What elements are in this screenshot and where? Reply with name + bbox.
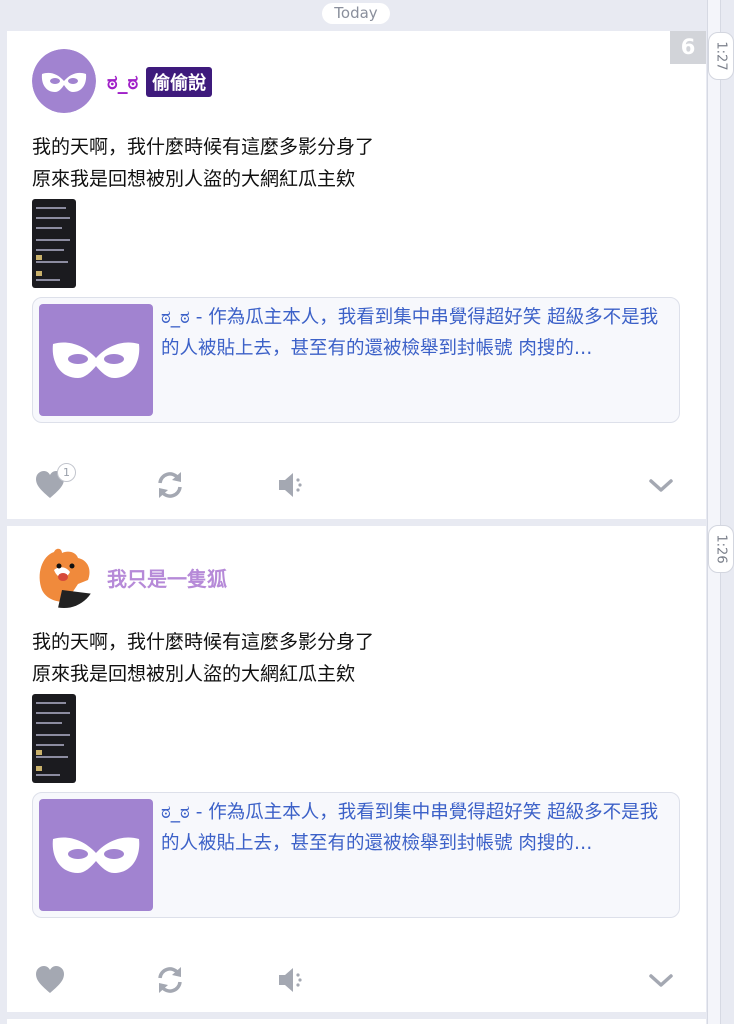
author-name[interactable]: 我只是一隻狐	[107, 563, 227, 592]
mask-icon	[52, 837, 140, 873]
avatar[interactable]	[32, 49, 96, 113]
more-options-button[interactable]	[647, 964, 675, 996]
mask-icon	[32, 49, 96, 113]
link-thumbnail	[39, 304, 153, 416]
avatar[interactable]	[32, 544, 96, 608]
more-options-button[interactable]	[647, 469, 675, 501]
author-name[interactable]: ಠ_ಠ	[107, 70, 138, 94]
chevron-down-icon	[649, 479, 673, 492]
post-line: 原來我是回想被別人盜的大網紅瓜主欸	[32, 663, 356, 685]
timeline-scrollbar[interactable]	[707, 0, 721, 1024]
link-preview-card[interactable]: ಠ_ಠ - 作為瓜主本人，我看到集中串覺得超好笑 超級多不是我的人被貼上去，甚至…	[32, 297, 680, 423]
repost-button[interactable]	[154, 469, 186, 501]
post-line: 原來我是回想被別人盜的大網紅瓜主欸	[32, 168, 356, 190]
author-row: ಠ_ಠ 偷偷說	[107, 67, 213, 97]
mute-button[interactable]	[275, 964, 307, 996]
unread-count-badge: 6	[670, 31, 706, 64]
mute-icon	[279, 968, 302, 992]
link-preview-text[interactable]: ಠ_ಠ - 作為瓜主本人，我看到集中串覺得超好笑 超級多不是我的人被貼上去，甚至…	[161, 302, 669, 364]
post-line: 我的天啊，我什麼時候有這麼多影分身了	[32, 631, 375, 653]
screenshot-thumbnail[interactable]	[32, 694, 76, 783]
post-body: 我的天啊，我什麼時候有這麼多影分身了 原來我是回想被別人盜的大網紅瓜主欸	[32, 131, 672, 195]
repost-icon	[158, 472, 182, 498]
link-thumbnail	[39, 799, 153, 911]
like-button[interactable]	[33, 964, 67, 996]
mask-icon	[52, 342, 140, 378]
heart-icon	[36, 966, 64, 993]
post-card[interactable]: 6 ಠ_ಠ 偷偷說 我的天啊，我什麼時候有這麼多影分身了 原來我是回想被別人盜的…	[7, 31, 706, 519]
next-post-card	[7, 1019, 706, 1024]
like-button[interactable]: 1	[33, 463, 76, 501]
post-body: 我的天啊，我什麼時候有這麼多影分身了 原來我是回想被別人盜的大網紅瓜主欸	[32, 626, 672, 690]
like-count: 1	[57, 463, 76, 482]
link-preview-card[interactable]: ಠ_ಠ - 作為瓜主本人，我看到集中串覺得超好笑 超級多不是我的人被貼上去，甚至…	[32, 792, 680, 918]
author-row: 我只是一隻狐	[107, 562, 227, 592]
timestamp-label: 1:27	[708, 32, 734, 80]
date-divider: Today	[322, 3, 390, 24]
mute-button[interactable]	[275, 469, 307, 501]
chevron-down-icon	[649, 974, 673, 987]
screenshot-thumbnail[interactable]	[32, 199, 76, 288]
anonymous-badge: 偷偷說	[146, 67, 213, 97]
link-preview-text[interactable]: ಠ_ಠ - 作為瓜主本人，我看到集中串覺得超好笑 超級多不是我的人被貼上去，甚至…	[161, 797, 669, 859]
post-card[interactable]: 我只是一隻狐 我的天啊，我什麼時候有這麼多影分身了 原來我是回想被別人盜的大網紅…	[7, 526, 706, 1012]
post-line: 我的天啊，我什麼時候有這麼多影分身了	[32, 136, 375, 158]
fox-icon	[32, 544, 96, 608]
mute-icon	[279, 473, 302, 497]
repost-button[interactable]	[154, 964, 186, 996]
repost-icon	[158, 967, 182, 993]
timestamp-label: 1:26	[708, 525, 734, 573]
